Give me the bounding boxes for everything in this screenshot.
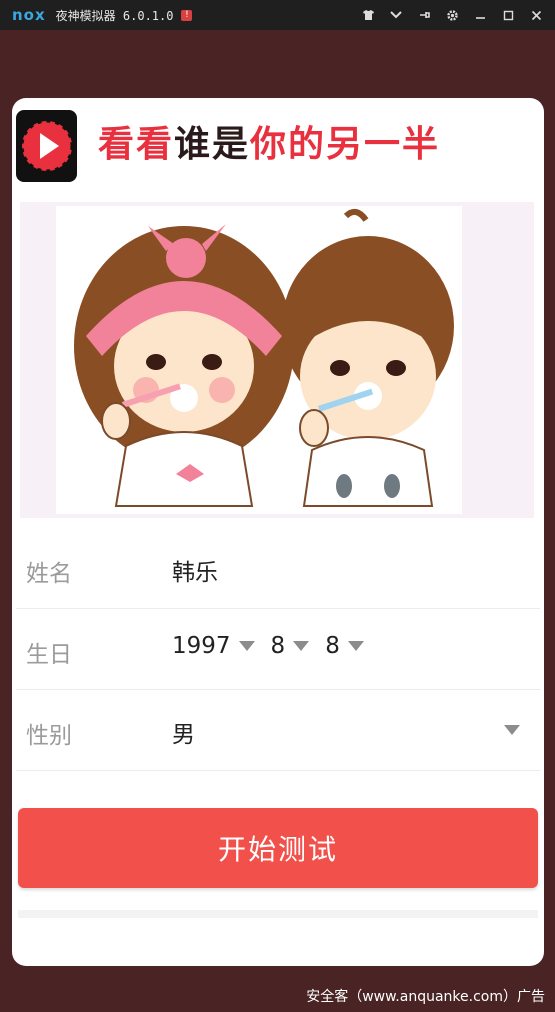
gender-label: 性别 [26,723,72,749]
gear-icon[interactable] [445,8,459,22]
title-part-2: 谁是 [174,124,251,165]
test-dialog: 看看谁是你的另一半 姓名 韩乐 生日 1997 8 8 性别 男 开始测试 [12,98,544,966]
title-part-1: 看看 [98,124,175,165]
user-form: 姓名 韩乐 生日 1997 8 8 性别 男 [12,528,544,771]
window-controls [361,0,543,30]
header-title: 看看谁是你的另一半 [98,120,440,170]
name-label: 姓名 [26,561,72,587]
birthday-selectors: 1997 8 8 [172,633,380,659]
shirt-icon[interactable] [361,8,375,22]
chevron-down-icon[interactable] [238,641,255,651]
maximize-icon[interactable] [501,8,515,22]
chevron-down-icon[interactable] [504,725,520,735]
birth-day-select[interactable]: 8 [325,633,340,659]
birth-year-select[interactable]: 1997 [172,633,231,659]
gender-select[interactable]: 男 [172,715,195,749]
dialog-header: 看看谁是你的另一半 [12,98,544,190]
gender-row[interactable]: 性别 男 [16,690,540,771]
emulator-titlebar: nox 夜神模拟器 6.0.1.0 ! [0,0,555,30]
chevron-down-icon[interactable] [389,8,403,22]
warning-icon[interactable]: ! [181,9,193,21]
birthday-row: 生日 1997 8 8 [16,609,540,690]
close-icon[interactable] [529,8,543,22]
watermark-text: 安全客（www.anquanke.com）广告 [306,989,545,1005]
divider [18,910,538,918]
play-app-icon [16,110,77,182]
name-row[interactable]: 姓名 韩乐 [16,528,540,609]
pin-icon[interactable] [417,8,431,22]
illustration-canvas [56,206,462,514]
nox-logo: nox [12,6,46,24]
name-input[interactable]: 韩乐 [172,553,218,587]
start-test-button[interactable]: 开始测试 [18,808,538,888]
chevron-down-icon[interactable] [347,641,364,651]
title-part-3: 你的另一半 [250,124,441,165]
couple-illustration [20,202,534,518]
app-title: 夜神模拟器 6.0.1.0 [55,8,174,23]
chevron-down-icon[interactable] [293,641,310,651]
birth-month-select[interactable]: 8 [271,633,286,659]
birthday-label: 生日 [26,642,72,668]
minimize-icon[interactable] [473,8,487,22]
